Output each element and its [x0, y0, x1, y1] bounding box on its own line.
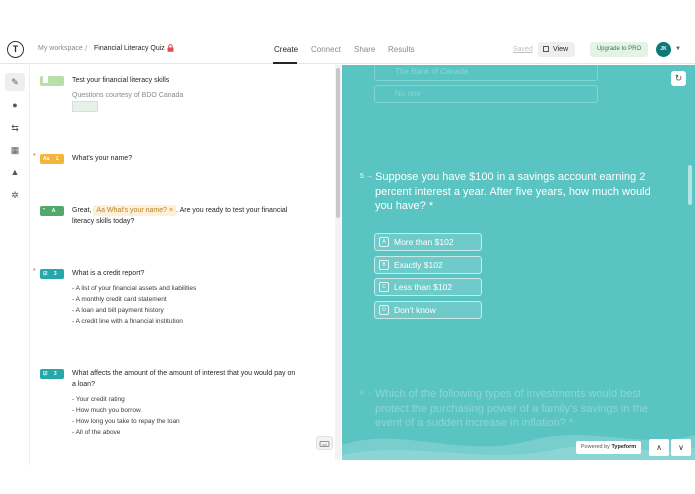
next-question-number: 6 →: [360, 390, 373, 397]
ghost-choice: The Bank of Canada: [374, 65, 598, 81]
question-1-text[interactable]: What's your name?: [72, 153, 132, 164]
settings-icon[interactable]: ✲: [9, 189, 21, 201]
builder-scrollbar-thumb[interactable]: [336, 68, 340, 218]
breadcrumb-workspace[interactable]: My workspace: [38, 45, 83, 52]
choice-key: C: [379, 282, 389, 292]
question-2-text[interactable]: Great, Aa What's your name? ×. Are you r…: [72, 205, 322, 227]
avatar[interactable]: JK: [656, 42, 671, 57]
drop-icon[interactable]: ●: [9, 99, 21, 111]
keyboard-icon: [319, 441, 330, 447]
welcome-subtitle: Questions courtesy of BDO Canada: [72, 92, 184, 99]
question-3-option: - A credit line with a financial institu…: [72, 318, 183, 325]
required-marker: *: [33, 268, 36, 275]
question-badge-1[interactable]: Aa 1: [40, 154, 64, 164]
edit-icon[interactable]: ✎: [9, 76, 21, 88]
question-3-option: - A monthly credit card statement: [72, 296, 167, 303]
question-badge-2[interactable]: " A: [40, 206, 64, 216]
question-4-option: - Your credit rating: [72, 396, 125, 403]
choice-label: Don't know: [394, 305, 436, 315]
typeform-logo[interactable]: T: [7, 41, 24, 58]
previous-question-button[interactable]: ∧: [649, 439, 669, 456]
calculator-icon[interactable]: ▦: [9, 144, 21, 156]
choice-label: Exactly $102: [394, 260, 443, 270]
tab-results[interactable]: Results: [388, 45, 415, 54]
welcome-image-thumbnail[interactable]: [72, 101, 98, 112]
choice-a[interactable]: A More than $102: [374, 233, 482, 251]
form-preview: The Bank of Canada No one ↻ 5 → Suppose …: [342, 65, 695, 460]
choice-key: B: [379, 260, 389, 270]
next-question-button[interactable]: ∨: [671, 439, 691, 456]
question-2-prefix: Great,: [72, 207, 92, 214]
choice-c[interactable]: C Less than $102: [374, 278, 482, 296]
top-bar: T My workspace / Financial Literacy Quiz…: [0, 0, 695, 64]
choice-key: D: [379, 305, 389, 315]
external-link-icon: [543, 46, 549, 52]
tab-create[interactable]: Create: [274, 45, 298, 54]
breadcrumb-separator: /: [85, 44, 88, 53]
tab-share[interactable]: Share: [354, 45, 375, 54]
choice-label: More than $102: [394, 237, 454, 247]
bell-icon[interactable]: ▲: [9, 166, 21, 178]
preview-scrollbar[interactable]: [688, 165, 692, 205]
breadcrumb-form-title[interactable]: Financial Literacy Quiz: [94, 45, 165, 52]
question-3-option: - A list of your financial assets and li…: [72, 285, 197, 292]
question-badge-4[interactable]: ☑ 3: [40, 369, 64, 379]
powered-prefix: Powered by: [580, 444, 610, 450]
choice-b[interactable]: B Exactly $102: [374, 256, 482, 274]
keyboard-shortcuts-button[interactable]: [316, 436, 333, 450]
view-button[interactable]: View: [538, 42, 575, 57]
tab-connect[interactable]: Connect: [311, 45, 341, 54]
choice-key: A: [379, 237, 389, 247]
question-4-line2: a loan?: [72, 381, 95, 388]
lock-icon: [167, 44, 174, 52]
decorative-wave: [342, 435, 695, 460]
preview-question-number: 5 →: [360, 173, 373, 180]
question-3-option: - A loan and bill payment history: [72, 307, 164, 314]
question-4-line1: What affects the amount of the amount of…: [72, 370, 296, 377]
saved-status: Saved: [513, 46, 533, 53]
powered-brand: Typeform: [611, 444, 637, 450]
question-3-text[interactable]: What is a credit report?: [72, 268, 144, 279]
question-4-option: - All of the above: [72, 429, 121, 436]
preview-question-text: Suppose you have $100 in a savings accou…: [375, 171, 651, 212]
welcome-title[interactable]: Test your financial literacy skills: [72, 75, 169, 86]
welcome-badge[interactable]: [40, 76, 64, 86]
upgrade-button[interactable]: Upgrade to PRO: [590, 42, 648, 57]
chevron-down-icon[interactable]: ▼: [675, 46, 681, 52]
question-list: Test your financial literacy skills Ques…: [31, 65, 333, 460]
refresh-preview-button[interactable]: ↻: [671, 71, 686, 86]
question-2-line2: literacy skills today?: [72, 218, 135, 225]
active-tab-indicator: [273, 62, 297, 64]
view-button-label: View: [553, 46, 569, 53]
logic-icon[interactable]: ⇆: [9, 122, 21, 134]
powered-by-badge[interactable]: Powered by Typeform: [576, 441, 641, 454]
question-4-option: - How much you borrow: [72, 407, 141, 414]
choice-d[interactable]: D Don't know: [374, 301, 482, 319]
recall-pill[interactable]: Aa What's your name? ×: [93, 205, 177, 216]
ghost-choice: No one: [374, 85, 598, 103]
required-marker: *: [33, 153, 36, 160]
choice-label: Less than $102: [394, 282, 453, 292]
next-question-text: Which of the following types of investme…: [375, 388, 648, 429]
question-badge-3[interactable]: ☑ 3: [40, 269, 64, 279]
question-2-suffix: . Are you ready to test your financial: [176, 207, 288, 214]
question-4-option: - How long you take to repay the loan: [72, 418, 180, 425]
question-4-text[interactable]: What affects the amount of the amount of…: [72, 368, 327, 390]
